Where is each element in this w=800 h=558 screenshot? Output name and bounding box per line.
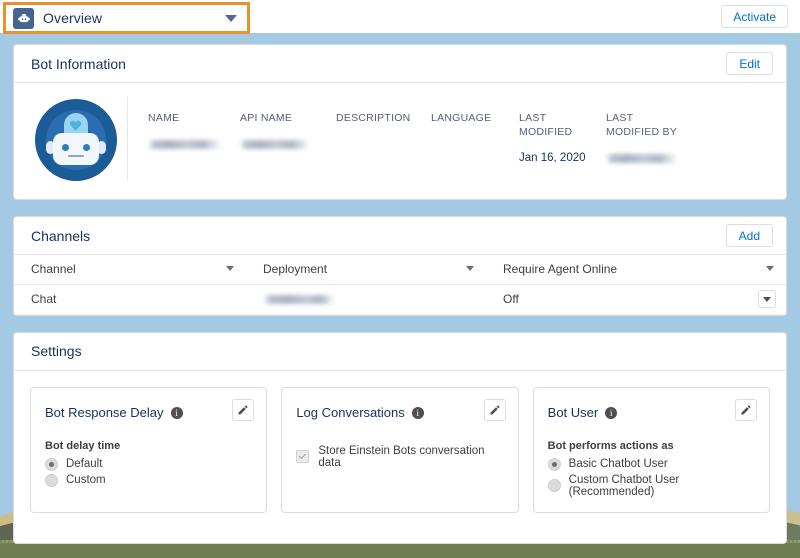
field-description: DESCRIPTION: [336, 111, 431, 181]
field-api-name-label: API NAME: [240, 111, 312, 125]
field-name-label: NAME: [148, 111, 220, 125]
page-title: Bot Information: [31, 56, 726, 72]
chevron-down-icon[interactable]: [226, 266, 234, 271]
channels-title: Channels: [31, 228, 726, 244]
info-icon[interactable]: i: [605, 407, 617, 419]
bot-information-body: NAME API NAME DESCRIPTION LANGUAGE LAST …: [14, 83, 786, 199]
setting-title: Log Conversations: [296, 405, 404, 420]
pencil-icon: [489, 404, 501, 416]
info-icon[interactable]: i: [171, 407, 183, 419]
channels-header: Channels Add: [14, 217, 786, 255]
column-header-require-agent-online-label: Require Agent Online: [503, 262, 617, 276]
settings-body: Bot Response Delay i Bot delay time Defa…: [14, 371, 786, 543]
table-header-row: Channel Deployment Require Agent Online: [14, 255, 786, 284]
triangle-down-icon: [763, 297, 771, 302]
activate-button[interactable]: Activate: [721, 5, 788, 28]
setting-header: Log Conversations i: [296, 401, 503, 425]
pencil-icon: [237, 404, 249, 416]
radio-custom-chatbot-user-icon[interactable]: [548, 479, 561, 492]
column-header-deployment-label: Deployment: [263, 262, 327, 276]
field-last-modified-by-label: LAST MODIFIED BY: [606, 111, 678, 139]
cell-require-agent-online: Off: [486, 284, 741, 314]
setting-header: Bot Response Delay i: [45, 401, 252, 425]
field-description-label: DESCRIPTION: [336, 111, 408, 125]
channels-card: Channels Add Channel Deployment Require …: [13, 216, 787, 316]
setting-card-bot-user: Bot User i Bot performs actions as Basic…: [533, 387, 770, 513]
field-last-modified-by: LAST MODIFIED BY: [606, 111, 716, 181]
settings-title: Settings: [31, 343, 773, 359]
overview-picker-label: Overview: [34, 10, 225, 26]
settings-header: Settings: [14, 333, 786, 371]
setting-title: Bot User: [548, 405, 599, 420]
row-actions-button[interactable]: [758, 290, 776, 308]
bot-information-fields: NAME API NAME DESCRIPTION LANGUAGE LAST …: [128, 97, 770, 181]
setting-sublabel: Bot delay time: [45, 440, 252, 452]
checkbox-store-conversation-data[interactable]: Store Einstein Bots conversation data: [296, 445, 503, 469]
radio-option-custom-chatbot-user[interactable]: Custom Chatbot User (Recommended): [548, 474, 755, 498]
column-header-require-agent-online[interactable]: Require Agent Online: [486, 255, 786, 284]
setting-sublabel: Bot performs actions as: [548, 440, 755, 452]
field-api-name: API NAME: [240, 111, 336, 181]
column-header-channel-label: Channel: [31, 262, 76, 276]
radio-default-icon[interactable]: [45, 458, 58, 471]
radio-basic-chatbot-user-label: Basic Chatbot User: [569, 458, 668, 470]
field-name-value-redacted: [148, 140, 222, 149]
radio-custom-label: Custom: [66, 474, 106, 486]
field-language-label: LANGUAGE: [431, 111, 503, 125]
field-last-modified-label: LAST MODIFIED: [519, 111, 591, 139]
checkbox-icon[interactable]: [296, 450, 309, 463]
cell-row-actions: [741, 284, 786, 314]
chevron-down-icon[interactable]: [225, 15, 237, 22]
setting-header: Bot User i: [548, 401, 755, 425]
radio-option-default[interactable]: Default: [45, 458, 252, 471]
edit-bot-user-button[interactable]: [735, 399, 757, 421]
chevron-down-icon[interactable]: [466, 266, 474, 271]
setting-title: Bot Response Delay: [45, 405, 164, 420]
radio-option-basic-chatbot-user[interactable]: Basic Chatbot User: [548, 458, 755, 471]
cell-channel[interactable]: Chat: [14, 284, 246, 314]
field-language: LANGUAGE: [431, 111, 519, 181]
radio-basic-chatbot-user-icon[interactable]: [548, 458, 561, 471]
channels-table: Channel Deployment Require Agent Online: [14, 255, 786, 315]
radio-option-custom[interactable]: Custom: [45, 474, 252, 487]
bot-avatar-icon: [13, 8, 34, 29]
column-header-channel[interactable]: Channel: [14, 255, 246, 284]
chevron-down-icon[interactable]: [766, 266, 774, 271]
field-last-modified: LAST MODIFIED Jan 16, 2020: [519, 111, 606, 181]
settings-card: Settings Bot Response Delay i Bot delay …: [13, 332, 787, 544]
setting-card-bot-response-delay: Bot Response Delay i Bot delay time Defa…: [30, 387, 267, 513]
avatar-container: [30, 97, 128, 181]
bot-information-header: Bot Information Edit: [14, 45, 786, 83]
checkbox-label: Store Einstein Bots conversation data: [318, 445, 503, 469]
column-header-deployment[interactable]: Deployment: [246, 255, 486, 284]
field-last-modified-by-value-redacted: [606, 154, 678, 163]
setting-card-log-conversations: Log Conversations i Store Einstein Bots …: [281, 387, 518, 513]
robot-avatar-icon: [35, 99, 117, 181]
overview-picker[interactable]: Overview: [3, 2, 250, 34]
radio-custom-chatbot-user-label: Custom Chatbot User (Recommended): [569, 474, 755, 498]
table-row: Chat Off: [14, 284, 786, 314]
field-last-modified-value: Jan 16, 2020: [519, 151, 606, 165]
field-name: NAME: [148, 111, 240, 181]
radio-custom-icon[interactable]: [45, 474, 58, 487]
cell-deployment-redacted: [263, 295, 335, 304]
info-icon[interactable]: i: [412, 407, 424, 419]
radio-default-label: Default: [66, 458, 102, 470]
page-content: Bot Information Edit NAME: [0, 33, 800, 558]
edit-bot-response-delay-button[interactable]: [232, 399, 254, 421]
add-channel-button[interactable]: Add: [726, 224, 773, 247]
edit-log-conversations-button[interactable]: [484, 399, 506, 421]
cell-deployment: [246, 284, 486, 314]
field-api-name-value-redacted: [240, 140, 310, 149]
pencil-icon: [740, 404, 752, 416]
edit-button[interactable]: Edit: [726, 52, 773, 75]
bot-information-card: Bot Information Edit NAME: [13, 44, 787, 200]
